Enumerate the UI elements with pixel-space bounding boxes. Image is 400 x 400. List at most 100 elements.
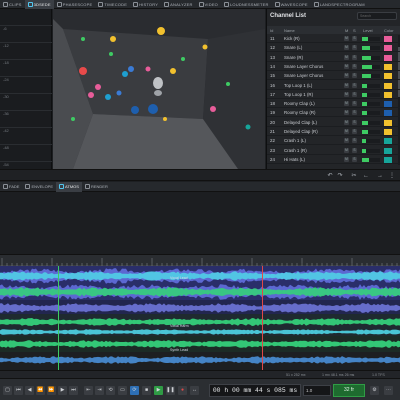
channel-object[interactable] [109,52,113,56]
lower-tab[interactable]: ENVELOPE [22,182,56,192]
channel-object[interactable] [116,90,122,96]
channel-object[interactable] [226,82,230,86]
channel-row[interactable]: 19 Roomy Clap (R) M S [267,109,400,118]
solo-button[interactable]: S [352,45,357,51]
channel-color-swatch[interactable] [384,54,392,61]
channel-color-swatch[interactable] [384,156,392,163]
more-icon[interactable]: ⋯ [384,386,393,395]
prev-marker-icon[interactable]: ⇤ [84,386,93,395]
frame-rate-badge[interactable]: 32 fr [333,384,365,397]
channel-color-swatch[interactable] [384,101,392,108]
solo-button[interactable]: S [352,147,357,153]
top-tab[interactable]: LANDSPECTROGRAM [311,0,368,9]
channel-row[interactable]: 24 Hi Hats (L) M S [267,156,400,164]
top-tab[interactable]: ANALYZER [161,0,195,9]
play-icon[interactable]: ▶ [154,386,163,395]
mute-button[interactable]: M [344,82,349,88]
lower-tab[interactable]: RENDER [82,182,111,192]
solo-button[interactable]: S [352,156,357,162]
mute-button[interactable]: M [344,110,349,116]
forward-icon[interactable]: → [376,172,384,180]
channel-row[interactable]: 20 Delayed Clap (L) M S [267,119,400,127]
channel-search-input[interactable]: Search [357,12,397,20]
cut-icon[interactable]: ✂ [350,172,358,180]
channel-object[interactable] [245,124,251,130]
solo-button[interactable]: S [352,73,357,79]
solo-button[interactable]: S [352,129,357,134]
solo-button[interactable]: S [352,101,357,107]
channel-object[interactable] [88,92,94,98]
solo-button[interactable]: S [352,36,357,41]
channel-object[interactable] [163,117,167,121]
channel-color-swatch[interactable] [384,36,392,42]
channel-row[interactable]: 22 Crash 1 (L) M S [267,137,400,146]
lower-tab[interactable]: FADE [0,182,22,192]
channel-object[interactable] [128,66,134,72]
channel-object[interactable] [145,66,151,72]
channel-object[interactable] [148,104,158,114]
channel-object[interactable] [79,67,87,75]
step-back-icon[interactable]: ⏪ [36,386,45,395]
mute-button[interactable]: M [344,36,349,41]
atmos-3d-view[interactable] [53,9,265,169]
mute-button[interactable]: M [344,138,349,144]
solo-button[interactable]: S [352,91,357,97]
scrub-icon[interactable]: ↔ [190,386,199,395]
solo-button[interactable]: S [352,110,357,116]
channel-row[interactable]: 12 Snare (L) M S [267,44,400,53]
channel-object[interactable] [81,37,85,41]
top-tab[interactable]: TIMECODE [95,0,130,9]
skip-start-icon[interactable]: ⏮ [14,386,23,395]
channel-object[interactable] [202,44,208,50]
channel-row[interactable]: 13 Snare (R) M S [267,54,400,62]
top-tab[interactable]: CLIPS [0,0,25,9]
marker-line[interactable] [58,266,59,370]
top-tab[interactable]: VIDEO [196,0,221,9]
channel-row[interactable]: 21 Delayed Clap (R) M S [267,128,400,136]
channel-color-swatch[interactable] [384,110,392,117]
channel-row[interactable]: 15 Snare Layer Chorus M S [267,72,400,81]
channel-row[interactable]: 11 Kick (R) M S [267,35,400,43]
timeline-ruler[interactable] [0,254,400,268]
channel-row[interactable]: 16 Top Loop 1 (L) M S [267,82,400,90]
mute-button[interactable]: M [344,54,349,60]
loop-region-icon[interactable]: ⟲ [106,386,115,395]
pause-icon[interactable]: ❚❚ [166,386,175,395]
mute-button[interactable]: M [344,73,349,79]
channel-color-swatch[interactable] [384,138,392,145]
channel-object[interactable] [95,84,101,90]
menu-icon[interactable]: ⋮ [388,172,396,180]
top-tab[interactable]: 3DSEDE [24,0,54,9]
channel-object[interactable] [110,36,116,42]
channel-color-swatch[interactable] [384,63,392,70]
channel-color-swatch[interactable] [384,45,392,52]
stop-icon[interactable]: ■ [142,386,151,395]
top-tab[interactable]: PHASESCOPE [54,0,96,9]
redo-icon[interactable]: ↷ [336,172,344,180]
channel-object[interactable] [210,106,216,112]
top-tab[interactable]: LOUDNESSMETER [221,0,272,9]
record-icon[interactable]: ● [178,386,187,395]
fast-forward-icon[interactable]: ▶ [58,386,67,395]
mute-button[interactable]: M [344,45,349,51]
channel-row[interactable]: 17 Top Loop 1 (R) M S [267,91,400,99]
channel-color-swatch[interactable] [384,91,392,98]
channel-color-swatch[interactable] [384,147,392,154]
channel-object[interactable] [122,71,128,77]
playback-speed-select[interactable]: 1.0 [303,385,331,396]
channel-color-swatch[interactable] [384,82,392,89]
channel-object[interactable] [157,27,165,35]
channel-row[interactable]: 23 Crash 1 (R) M S [267,147,400,155]
channel-object[interactable] [170,68,176,74]
record-arm-icon[interactable]: ▢ [3,386,12,395]
mute-button[interactable]: M [344,147,349,153]
solo-button[interactable]: S [352,63,357,69]
step-forward-icon[interactable]: ⏩ [47,386,56,395]
solo-button[interactable]: S [352,119,357,125]
mute-button[interactable]: M [344,63,349,69]
channel-color-swatch[interactable] [384,129,392,135]
settings-icon[interactable]: ⚙ [370,386,379,395]
lower-tab[interactable]: ATMOS [56,181,82,192]
back-icon[interactable]: ← [362,172,370,180]
channel-row[interactable]: 14 Snare Layer Chorus M S [267,63,400,71]
